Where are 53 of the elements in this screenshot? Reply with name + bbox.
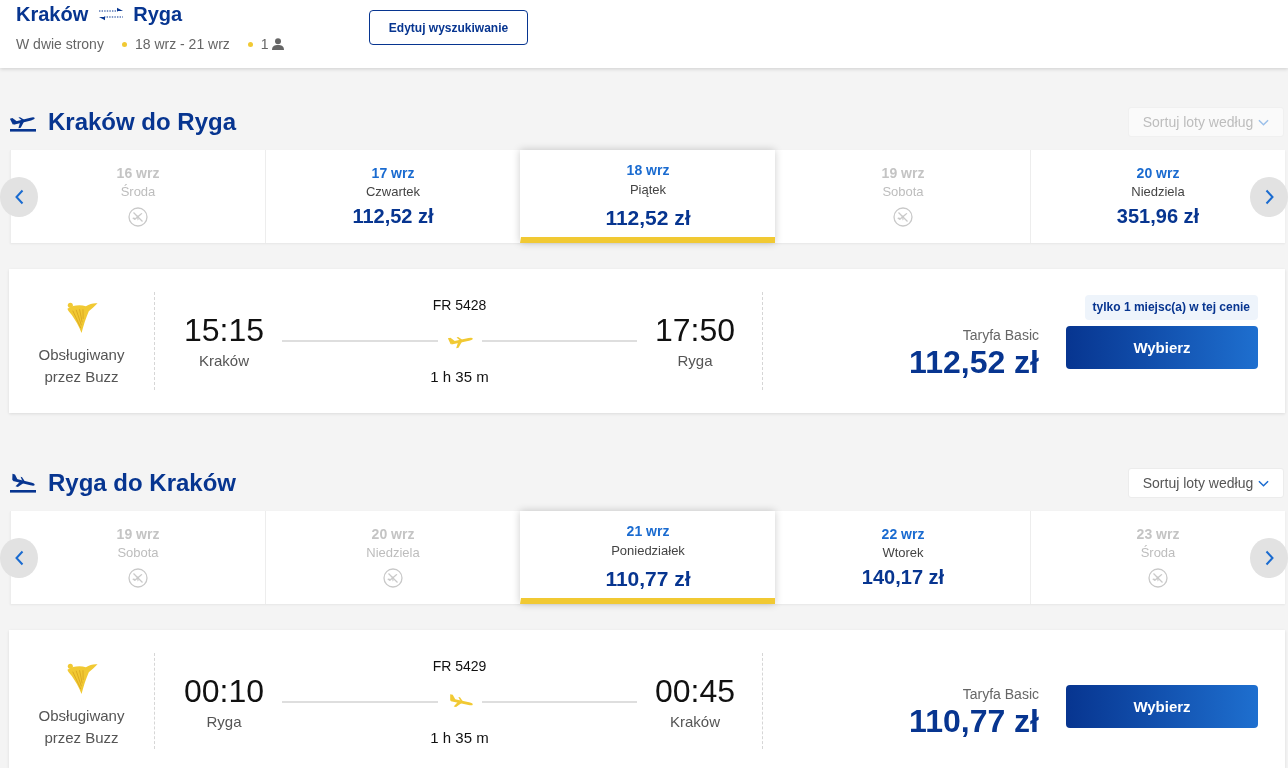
dot-icon [247,41,253,47]
previous-dates-button[interactable] [0,177,38,217]
chevron-right-icon [1264,189,1274,205]
origin-city: Kraków [16,2,89,26]
chevron-left-icon [14,189,24,205]
arrival-city: Kraków [670,712,720,732]
journey-title: Kraków do Ryga [48,107,237,137]
date-range-text: 18 wrz - 21 wrz [134,35,230,53]
duration-text: 1 h 35 m [430,729,489,747]
date-tab[interactable]: 17 wrz Czwartek 112,52 zł [265,150,520,243]
flight-number: FR 5428 [432,296,487,314]
departure-city: Kraków [199,351,249,371]
no-flights-icon [1148,568,1168,588]
destination-city: Ryga [133,2,183,26]
chevron-down-icon [1258,118,1270,126]
previous-dates-button[interactable] [0,538,38,578]
chevron-left-icon [14,550,24,566]
chevron-down-icon [1258,479,1270,487]
select-button[interactable]: Wybierz [1066,326,1258,369]
dot-icon [121,41,127,47]
departure-city: Ryga [206,712,242,732]
departure-time: 00:10 [183,673,265,709]
swap-arrows-icon [98,6,125,22]
price-text: 110,77 zł [909,703,1039,739]
arrival-time: 00:45 [654,673,736,709]
departure-time: 15:15 [183,312,265,348]
flight-number: FR 5429 [432,657,487,675]
passenger-count: 1 [260,35,269,53]
no-flights-icon [128,207,148,227]
no-flights-icon [893,207,913,227]
sort-dropdown[interactable]: Sortuj loty według [1128,468,1284,498]
select-button[interactable]: Wybierz [1066,685,1258,728]
person-icon [271,38,284,50]
plane-landing-icon [10,473,36,493]
journey-title: Ryga do Kraków [48,468,237,498]
fare-label: Taryfa Basic [962,326,1039,344]
duration-text: 1 h 35 m [430,368,489,386]
operator-text: Obsługiwany przez Buzz [37,706,126,748]
no-flights-icon [128,568,148,588]
chevron-right-icon [1264,550,1274,566]
trip-type-text: W dwie strony [16,35,104,53]
operator-text: Obsługiwany przez Buzz [37,345,126,387]
date-tab[interactable]: 21 wrz Poniedziałek 110,77 zł [520,511,775,604]
price-text: 112,52 zł [909,344,1039,380]
seats-left-badge: tylko 1 miejsc(a) w tej cenie [1084,295,1258,320]
edit-search-button[interactable]: Edytuj wyszukiwanie [369,10,528,45]
date-tab[interactable]: 22 wrz Wtorek 140,17 zł [775,511,1030,604]
date-tab[interactable]: 20 wrz Niedziela 351,96 zł [1030,150,1285,243]
arrival-city: Ryga [677,351,713,371]
fare-label: Taryfa Basic [962,685,1039,703]
date-tab[interactable]: 18 wrz Piątek 112,52 zł [520,150,775,243]
arrival-time: 17:50 [654,312,736,348]
no-flights-icon [383,568,403,588]
